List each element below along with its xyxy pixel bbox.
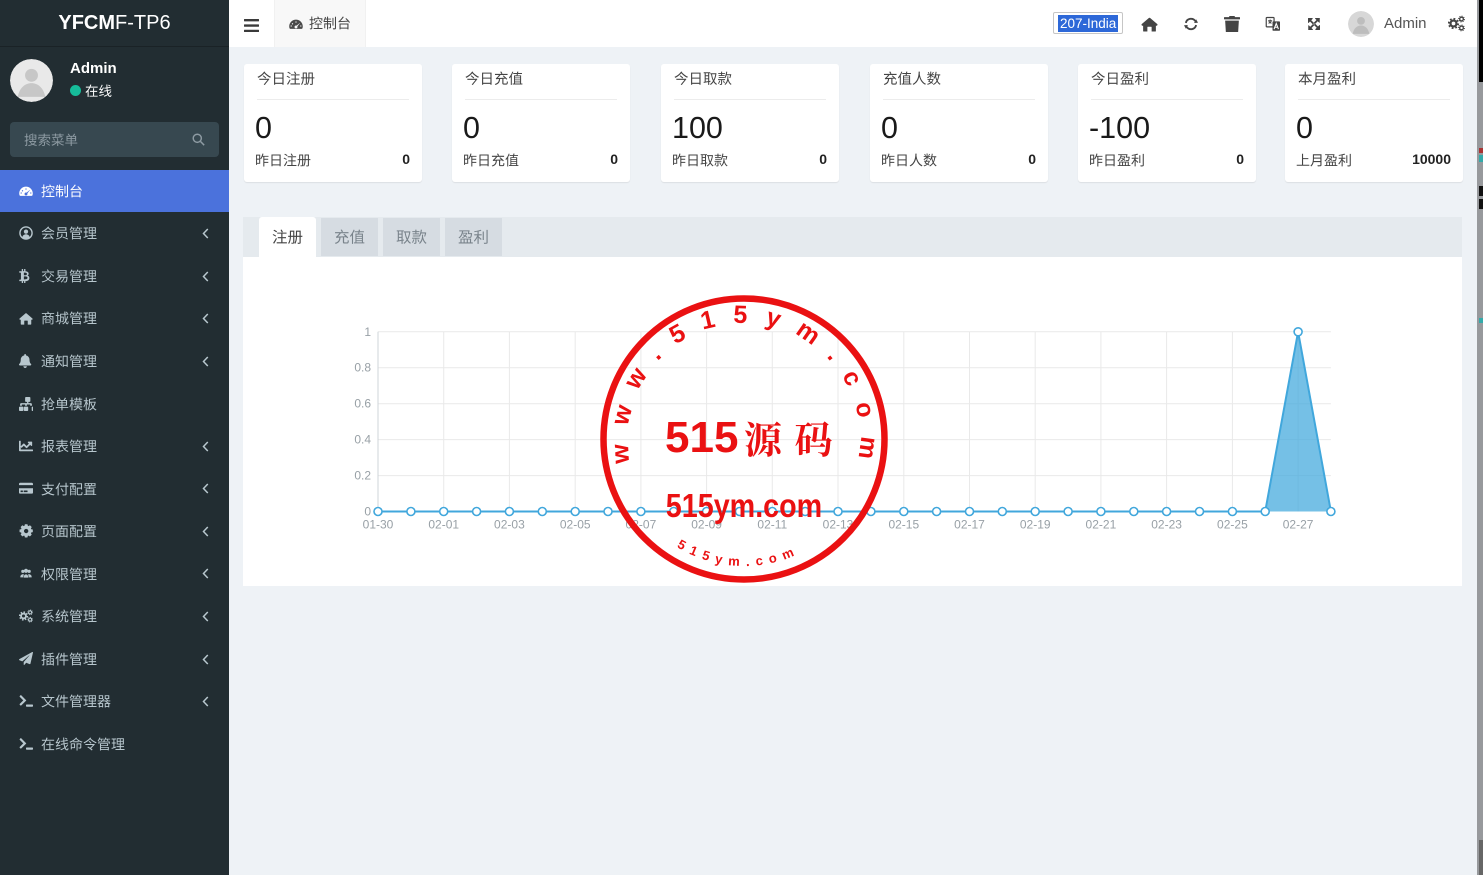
svg-text:02-17: 02-17	[954, 518, 985, 532]
svg-text:01-30: 01-30	[363, 518, 394, 532]
svg-text:0.2: 0.2	[354, 469, 371, 483]
svg-text:02-27: 02-27	[1283, 518, 1314, 532]
svg-text:0: 0	[364, 505, 371, 519]
svg-text:02-01: 02-01	[428, 518, 459, 532]
svg-text:02-03: 02-03	[494, 518, 525, 532]
svg-text:02-25: 02-25	[1217, 518, 1248, 532]
svg-text:02-23: 02-23	[1151, 518, 1182, 532]
svg-text:02-21: 02-21	[1086, 518, 1117, 532]
svg-text:0.6: 0.6	[354, 397, 371, 411]
svg-text:02-19: 02-19	[1020, 518, 1051, 532]
svg-text:0.8: 0.8	[354, 361, 371, 375]
svg-text:02-05: 02-05	[560, 518, 591, 532]
svg-text:515ym.com: 515ym.com	[675, 536, 802, 569]
svg-text:0.4: 0.4	[354, 433, 371, 447]
svg-text:1: 1	[364, 325, 371, 339]
